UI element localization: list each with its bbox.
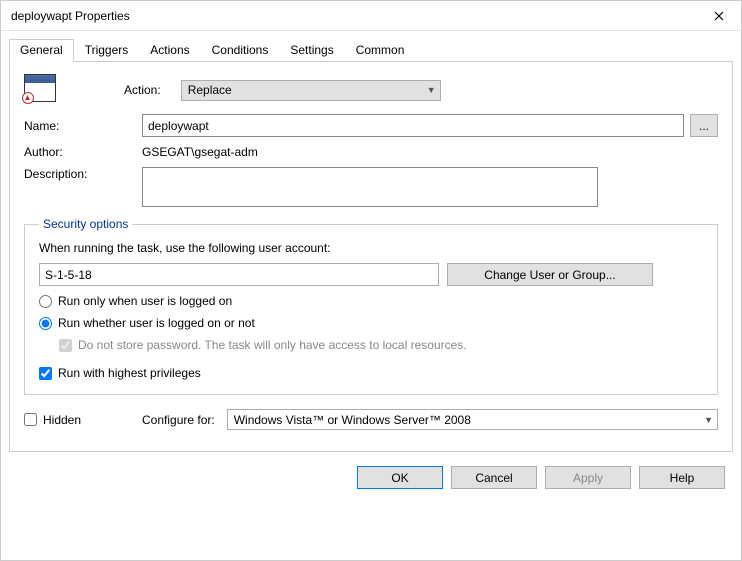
- chevron-down-icon: ▼: [427, 85, 436, 95]
- tab-strip: General Triggers Actions Conditions Sett…: [9, 39, 733, 62]
- account-display: S-1-5-18: [39, 263, 439, 286]
- window-title: deploywapt Properties: [11, 9, 130, 23]
- security-legend: Security options: [39, 217, 132, 231]
- description-label: Description:: [24, 167, 87, 181]
- check-hidden-input[interactable]: [24, 413, 37, 426]
- check-highest-privileges[interactable]: Run with highest privileges: [39, 366, 703, 380]
- task-icon-badge: [22, 92, 34, 104]
- close-button[interactable]: [696, 1, 741, 31]
- tab-actions[interactable]: Actions: [139, 39, 200, 61]
- tab-conditions[interactable]: Conditions: [201, 39, 280, 61]
- close-icon: [714, 11, 724, 21]
- name-input[interactable]: [142, 114, 684, 137]
- check-no-store-password: Do not store password. The task will onl…: [59, 338, 703, 352]
- configure-for-dropdown[interactable]: Windows Vista™ or Windows Server™ 2008 ▼: [227, 409, 718, 430]
- change-user-button[interactable]: Change User or Group...: [447, 263, 653, 286]
- titlebar: deploywapt Properties: [1, 1, 741, 31]
- name-label: Name:: [24, 119, 59, 133]
- tab-common[interactable]: Common: [345, 39, 416, 61]
- tab-panel-general: Action: Replace ▼ Name: ... Author: GSEG…: [9, 62, 733, 452]
- radio-run-whether-input[interactable]: [39, 317, 52, 330]
- security-prompt: When running the task, use the following…: [39, 241, 703, 255]
- apply-button[interactable]: Apply: [545, 466, 631, 489]
- browse-button[interactable]: ...: [690, 114, 718, 137]
- check-highest-privileges-input[interactable]: [39, 367, 52, 380]
- configure-for-label: Configure for:: [142, 413, 215, 427]
- action-dropdown-value: Replace: [188, 83, 232, 97]
- description-input[interactable]: [142, 167, 598, 207]
- task-icon-col: [24, 74, 124, 106]
- tab-triggers[interactable]: Triggers: [74, 39, 140, 61]
- tab-settings[interactable]: Settings: [279, 39, 344, 61]
- radio-run-logged-on[interactable]: Run only when user is logged on: [39, 294, 703, 308]
- chevron-down-icon: ▼: [704, 415, 713, 425]
- tab-general[interactable]: General: [9, 39, 74, 62]
- dialog-buttons: OK Cancel Apply Help: [9, 452, 733, 489]
- ok-button[interactable]: OK: [357, 466, 443, 489]
- author-label: Author:: [24, 145, 63, 159]
- action-label: Action:: [124, 83, 161, 97]
- radio-run-logged-on-input[interactable]: [39, 295, 52, 308]
- configure-for-value: Windows Vista™ or Windows Server™ 2008: [234, 413, 471, 427]
- task-icon: [24, 74, 56, 102]
- security-options-group: Security options When running the task, …: [24, 217, 718, 395]
- cancel-button[interactable]: Cancel: [451, 466, 537, 489]
- help-button[interactable]: Help: [639, 466, 725, 489]
- check-hidden[interactable]: Hidden: [24, 413, 142, 427]
- action-dropdown[interactable]: Replace ▼: [181, 80, 441, 101]
- author-value: GSEGAT\gsegat-adm: [142, 145, 258, 159]
- radio-run-whether[interactable]: Run whether user is logged on or not: [39, 316, 703, 330]
- check-no-store-password-input: [59, 339, 72, 352]
